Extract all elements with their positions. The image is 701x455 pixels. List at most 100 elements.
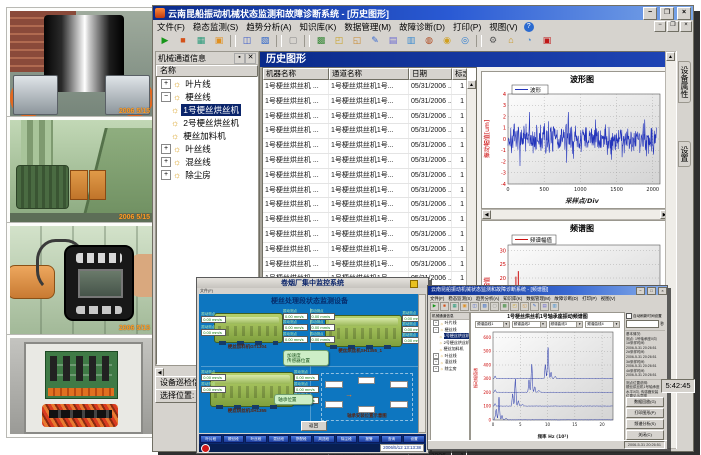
tab-device-properties[interactable]: 设备属性	[678, 61, 691, 103]
tree-expander-icon[interactable]: +	[433, 320, 439, 326]
taskbar-button[interactable]: 叶片段	[200, 435, 222, 443]
back-button[interactable]: 返回	[301, 421, 327, 431]
tree-expander-icon[interactable]: +	[433, 359, 439, 365]
taskbar-button[interactable]: 查询	[381, 435, 403, 443]
tree-expander-icon[interactable]: −	[161, 92, 171, 102]
taskbar-button[interactable]: 梗丝段	[223, 435, 245, 443]
monitor-window-icon[interactable]: ▣	[460, 302, 469, 311]
menu-item[interactable]: 趋势分析(A)	[474, 296, 501, 302]
scada-machine[interactable]	[325, 315, 402, 348]
search-icon[interactable]: ◎	[457, 33, 473, 49]
sensor-readout[interactable]: 振动测点0.00 mm/s	[201, 325, 226, 336]
minimize-button[interactable]: −	[643, 7, 657, 20]
grid-view-icon[interactable]: ▢	[285, 33, 301, 49]
sensor-readout[interactable]: 振动测点0.00 mm/s	[310, 332, 335, 343]
column-header[interactable]: 机器名称	[263, 68, 329, 80]
taskbar-button[interactable]: 报警	[358, 435, 380, 443]
menu-item[interactable]: 打印(P)	[580, 296, 599, 302]
menu-item[interactable]: 文件(F)	[428, 296, 446, 302]
tree-item[interactable]: +☼除尘房	[431, 366, 469, 373]
table-row[interactable]: 1号梗丝烘丝机 ...1号梗丝烘丝机1号...05/31/2006 ...1	[263, 110, 476, 125]
chevron-down-icon[interactable]: ▼	[613, 322, 619, 327]
panel-button[interactable]: 数据回放(G)	[626, 397, 664, 407]
picture-icon[interactable]: ▩	[500, 302, 509, 311]
picture-icon[interactable]: ▩	[313, 33, 329, 49]
report-icon[interactable]: ▤	[540, 302, 549, 311]
pin-icon[interactable]: ▪	[234, 53, 245, 64]
database-icon[interactable]: ◫	[470, 302, 479, 311]
taskbar-button[interactable]: 设置	[403, 435, 425, 443]
tree-expander-icon[interactable]: +	[161, 157, 171, 167]
edit-icon[interactable]: ✎	[367, 33, 383, 49]
tree-expander-icon[interactable]: +	[161, 144, 171, 154]
table-row[interactable]: 1号梗丝烘丝机 ...1号梗丝烘丝机1号...05/31/2006 ...1	[263, 213, 476, 228]
save-icon[interactable]: ◱	[520, 302, 529, 311]
spectrum-curve-combo[interactable]: 频谱曲线4▼	[585, 321, 620, 328]
menu-item[interactable]: 知识库(K)	[296, 21, 341, 33]
table-row[interactable]: 1号梗丝烘丝机 ...1号梗丝烘丝机1号...05/31/2006 ...1	[263, 154, 476, 169]
maximize-button[interactable]: □	[647, 287, 656, 295]
spectrum-curve-combo[interactable]: 频谱曲线2▼	[512, 321, 547, 328]
menu-item[interactable]: 打印(P)	[449, 21, 485, 33]
tree-item[interactable]: ☼梗丝加料机	[157, 129, 257, 142]
dock-header[interactable]: 机械通道信息 ▪ ✕	[156, 52, 258, 65]
sensor-readout[interactable]: 振动测点0.00 mm/s	[310, 309, 335, 320]
panel-button[interactable]: 频谱分析(S)	[626, 419, 664, 429]
stop-monitor-icon[interactable]: ■	[440, 302, 449, 311]
menu-item[interactable]: 稳态监测(S)	[189, 21, 242, 33]
checkbox-icon[interactable]	[626, 313, 632, 319]
menu-item[interactable]: 文件(F)	[153, 21, 189, 33]
waveform-view-icon[interactable]: ▧	[257, 33, 273, 49]
monitor-window-icon[interactable]: ▣	[211, 33, 227, 49]
title-bar[interactable]: 云南昆船振动机械状态监测和故障诊断系统 - [历史图形] − ❐ ×	[153, 6, 693, 20]
menu-item[interactable]: 知识库(K)	[501, 296, 524, 302]
table-row[interactable]: 1号梗丝烘丝机 ...1号梗丝烘丝机1号...05/31/2006 ...1	[263, 139, 476, 154]
chart-hscrollbar[interactable]: ◀ ▶	[481, 209, 670, 220]
sensor-readout[interactable]: 振动测点0.00 mm/s	[294, 370, 319, 381]
menu-item[interactable]: 稳态监测(S)	[446, 296, 473, 302]
home-icon[interactable]: ⌂	[503, 33, 519, 49]
menu-item[interactable]: 视图(V)	[599, 296, 618, 302]
chevron-down-icon[interactable]: ▼	[540, 322, 546, 327]
report-icon[interactable]: ▤	[385, 33, 401, 49]
settings-gear-icon[interactable]: ⚙	[485, 33, 501, 49]
scada-scrollbar[interactable]	[418, 294, 426, 433]
taskbar-button[interactable]: 混丝段	[268, 435, 290, 443]
document-icon[interactable]: ▥	[403, 33, 419, 49]
table-row[interactable]: 1号梗丝烘丝机 ...1号梗丝烘丝机1号...05/31/2006 ...1	[263, 124, 476, 139]
scroll-up-icon[interactable]: ▲	[666, 52, 675, 61]
channel-grid-icon[interactable]: ▦	[193, 33, 209, 49]
save-icon[interactable]: ◱	[349, 33, 365, 49]
spectrum-curve-combo[interactable]: 频谱曲线1▼	[475, 321, 510, 328]
scada-window-button[interactable]	[410, 280, 418, 288]
menu-item[interactable]: 视图(V)	[485, 21, 521, 33]
chevron-down-icon[interactable]: ▼	[576, 322, 582, 327]
menu-item[interactable]: 故障诊断(D)	[395, 21, 449, 33]
panel-button[interactable]: 打印图形(P)	[626, 408, 664, 418]
close-icon[interactable]: ✕	[245, 53, 256, 64]
table-row[interactable]: 1号梗丝烘丝机 ...1号梗丝烘丝机1号...05/31/2006 ...1	[263, 169, 476, 184]
table-row[interactable]: 1号梗丝烘丝机 ...1号梗丝烘丝机1号...05/31/2006 ...1	[263, 184, 476, 199]
menu-item[interactable]: 故障诊断(D)	[552, 296, 580, 302]
auto-refresh-row[interactable]: 自动刷新时间设置	[625, 312, 665, 320]
tree-item[interactable]: −☼梗丝线	[157, 90, 257, 103]
sensor-readout[interactable]: 振动测点0.00 mm/s	[283, 309, 308, 320]
start-monitor-icon[interactable]: ▶	[430, 302, 439, 311]
stop-monitor-icon[interactable]: ■	[175, 33, 191, 49]
menu-item[interactable]: 数据管理(M)	[340, 21, 395, 33]
document-icon[interactable]: ▥	[550, 302, 559, 311]
sensor-readout[interactable]: 振动测点0.00 mm/s	[283, 320, 308, 331]
tree-item[interactable]: +☼除尘房	[157, 168, 257, 181]
taskbar-button[interactable]: 风送段	[313, 435, 335, 443]
help-icon[interactable]: ?	[524, 22, 534, 32]
sensor-readout[interactable]: 振动测点0.00 mm/s	[294, 382, 319, 393]
tree-item[interactable]: ☼1号梗丝烘丝机	[157, 103, 257, 116]
edit-icon[interactable]: ✎	[530, 302, 539, 311]
scroll-up-icon[interactable]: ▲	[467, 80, 476, 89]
close-button[interactable]: ×	[658, 287, 667, 295]
mdi-minimize-button[interactable]: −	[654, 21, 666, 32]
interval-input[interactable]	[626, 320, 659, 328]
taskbar-button[interactable]: 叶丝段	[245, 435, 267, 443]
spectrum-curve-combo[interactable]: 频谱曲线3▼	[549, 321, 584, 328]
table-row[interactable]: 1号梗丝烘丝机 ...1号梗丝烘丝机1号...05/31/2006 ...1	[263, 198, 476, 213]
